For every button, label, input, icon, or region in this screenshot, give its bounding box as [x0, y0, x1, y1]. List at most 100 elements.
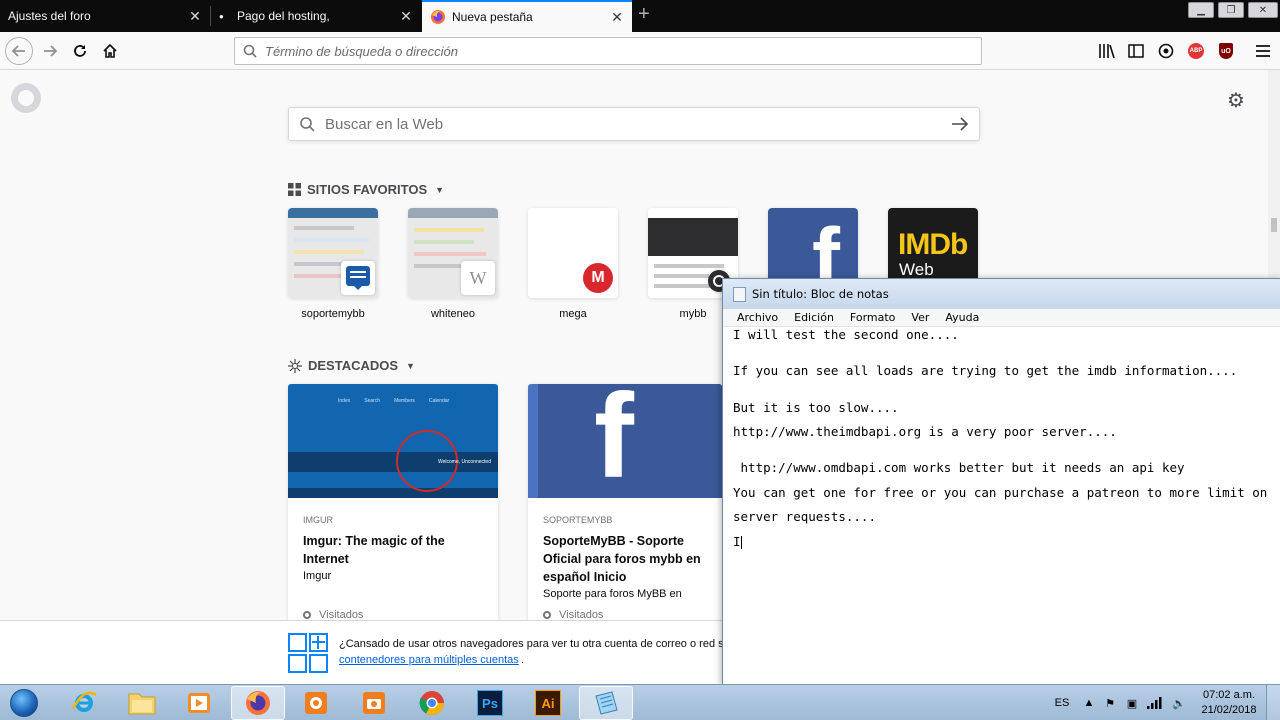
library-icon[interactable]: [1097, 41, 1117, 61]
taskbar-camera-app[interactable]: [347, 686, 401, 720]
text-line: If you can see all loads are trying to g…: [733, 363, 1238, 378]
taskbar-chrome[interactable]: [405, 686, 459, 720]
top-site-tile[interactable]: soportemybb: [288, 208, 378, 320]
back-arrow-icon: [11, 45, 25, 57]
hamburger-menu-icon[interactable]: [1253, 41, 1273, 61]
address-input[interactable]: [265, 43, 945, 59]
menu-ayuda[interactable]: Ayuda: [937, 311, 987, 324]
minimize-button[interactable]: ▁: [1188, 2, 1214, 18]
caret-line-text: I: [733, 534, 741, 549]
system-clock[interactable]: 07:02 a.m. 21/02/2018: [1196, 688, 1262, 718]
menu-edicion[interactable]: Edición: [786, 311, 842, 324]
containers-link[interactable]: contenedores para múltiples cuentas: [339, 654, 519, 666]
scrollbar-thumb[interactable]: [1271, 218, 1277, 232]
sidebar-icon[interactable]: [1126, 41, 1146, 61]
taskbar-illustrator[interactable]: Ai: [521, 686, 575, 720]
tab-ajustes-del-foro[interactable]: Ajustes del foro ✕: [0, 0, 210, 32]
pocket-icon[interactable]: [1156, 41, 1176, 61]
forward-button[interactable]: [36, 38, 64, 64]
menu-archivo[interactable]: Archivo: [729, 311, 786, 324]
notepad-titlebar[interactable]: Sin título: Bloc de notas: [723, 279, 1280, 309]
tab-nueva-pestana[interactable]: Nueva pestaña ✕: [422, 0, 632, 32]
top-site-tile[interactable]: M mega: [528, 208, 618, 320]
device-icon[interactable]: ▣: [1123, 685, 1141, 720]
web-search-box[interactable]: [288, 107, 980, 141]
tab-strip: Ajustes del foro ✕ ● Pago del hosting, ✕…: [0, 0, 1280, 32]
network-signal-icon[interactable]: [1145, 685, 1165, 720]
adblock-plus-icon[interactable]: ABP: [1186, 41, 1206, 61]
show-hidden-icons-icon[interactable]: ▲: [1082, 685, 1096, 720]
taskbar-notepad[interactable]: [579, 686, 633, 720]
snippet-message: ¿Cansado de usar otros navegadores para …: [339, 638, 730, 650]
tile-label: whiteneo: [430, 308, 476, 320]
language-indicator[interactable]: ES: [1052, 685, 1072, 720]
home-button[interactable]: [96, 38, 124, 64]
nav-calendar-label: Calendar: [428, 398, 450, 404]
start-button[interactable]: [4, 686, 44, 720]
forward-arrow-icon: [44, 45, 58, 57]
menu-formato[interactable]: Formato: [842, 311, 904, 324]
reload-button[interactable]: [66, 38, 94, 64]
snippet-bar: ¿Cansado de usar otros navegadores para …: [0, 620, 730, 684]
badge-letter: W: [469, 267, 487, 288]
highlights-title: DESTACADOS: [308, 358, 399, 373]
history-dot-icon: [303, 611, 311, 619]
soportemybb-favicon-icon: [341, 261, 375, 295]
close-window-button[interactable]: ✕: [1248, 2, 1278, 18]
close-icon[interactable]: ✕: [610, 9, 624, 26]
tab-pago-del-hosting[interactable]: ● Pago del hosting, ✕: [211, 0, 421, 32]
taskbar-photoshop[interactable]: Ps: [463, 686, 517, 720]
highlight-card-soportemybb[interactable]: f SOPORTEMYBB SoporteMyBB - Soporte Ofic…: [528, 384, 722, 624]
reload-icon: [74, 45, 86, 57]
search-icon: [243, 44, 257, 58]
snippet-period: .: [521, 654, 525, 666]
close-icon[interactable]: ✕: [188, 8, 202, 25]
highlights-header[interactable]: DESTACADOS ▼: [288, 358, 415, 373]
tile-label: mega: [559, 308, 587, 320]
badge-letter: M: [583, 263, 613, 293]
show-desktop-button[interactable]: [1266, 685, 1280, 720]
page-scrollbar[interactable]: [1268, 70, 1280, 278]
action-center-flag-icon[interactable]: ⚑: [1101, 685, 1119, 720]
gear-icon[interactable]: ⚙: [1227, 88, 1245, 113]
top-sites-title: SITIOS FAVORITOS: [307, 182, 428, 197]
maximize-button[interactable]: ❐: [1218, 2, 1244, 18]
notepad-window[interactable]: Sin título: Bloc de notas Archivo Edició…: [722, 278, 1280, 685]
chevron-down-icon[interactable]: ▼: [435, 185, 444, 195]
highlight-card-imgur[interactable]: Index Search Members Calendar Welcome, U…: [288, 384, 498, 624]
firefox-icon: [246, 691, 270, 715]
text-line: But it is too slow....: [733, 400, 899, 415]
search-go-arrow-icon[interactable]: [949, 113, 971, 135]
web-search-input[interactable]: [325, 115, 925, 133]
top-site-tile[interactable]: W whiteneo: [408, 208, 498, 320]
card-description: Soporte para foros MyBB en: [543, 588, 682, 600]
taskbar-orange-app[interactable]: [289, 686, 343, 720]
text-line: You can get one for free or you can purc…: [733, 485, 1268, 500]
taskbar-file-explorer[interactable]: [115, 686, 169, 720]
home-icon: [103, 43, 117, 58]
top-sites-header[interactable]: SITIOS FAVORITOS ▼: [288, 182, 444, 197]
folder-icon: [128, 693, 156, 715]
text-line-with-caret: I: [733, 534, 742, 549]
notepad-edge: [1271, 327, 1280, 684]
text-line: server requests....: [733, 509, 876, 524]
close-icon[interactable]: ✕: [399, 8, 413, 25]
taskbar-media-player[interactable]: [172, 686, 226, 720]
site-thumbnail: W: [408, 208, 498, 298]
menu-ver[interactable]: Ver: [903, 311, 937, 324]
card-image: f: [528, 384, 722, 498]
new-tab-plus-icon[interactable]: +: [638, 3, 650, 26]
text-line: http://www.theimdbapi.org is a very poor…: [733, 424, 1117, 439]
tab-label: Nueva pestaña: [452, 10, 533, 24]
chevron-down-icon[interactable]: ▼: [406, 361, 415, 371]
card-title: Imgur: The magic of the Internet: [303, 534, 445, 566]
address-bar[interactable]: [234, 37, 982, 65]
windows-taskbar: Ps Ai ES ▲ ⚑ ▣ 🔈 07:02 a.m. 21/02/2018: [0, 684, 1280, 720]
volume-icon[interactable]: 🔈: [1170, 685, 1188, 720]
notepad-text-area[interactable]: I will test the second one.... If you ca…: [733, 327, 1280, 549]
taskbar-firefox[interactable]: [231, 686, 285, 720]
ublock-origin-icon[interactable]: uO: [1216, 41, 1236, 61]
taskbar-internet-explorer[interactable]: [57, 686, 111, 720]
back-button[interactable]: [5, 37, 33, 65]
text-line: I will test the second one....: [733, 327, 959, 342]
